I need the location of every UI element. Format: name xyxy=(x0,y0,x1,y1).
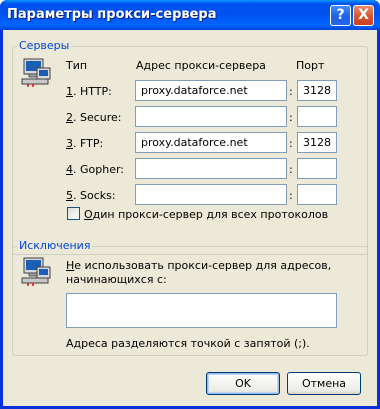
same-proxy-checkbox[interactable] xyxy=(67,207,80,220)
ftp-address-input[interactable]: proxy.dataforce.net xyxy=(135,132,287,153)
secure-port-input[interactable] xyxy=(297,106,337,127)
ftp-label: 3. FTP: xyxy=(66,137,104,150)
proxy-computer-icon xyxy=(21,58,51,87)
ftp-port-input[interactable]: 3128 xyxy=(297,132,337,153)
column-header-address: Адрес прокси-сервера xyxy=(136,59,266,72)
close-button[interactable]: X xyxy=(353,5,374,26)
exceptions-description-line1: Не использовать прокси-сервер для адресо… xyxy=(66,259,332,272)
exceptions-textarea[interactable] xyxy=(66,293,337,328)
gopher-colon: : xyxy=(289,163,293,176)
socks-label: 5. Socks: xyxy=(66,189,116,202)
http-colon: : xyxy=(289,85,293,98)
title-bar[interactable]: Параметры прокси-сервера ? X xyxy=(0,0,380,30)
exceptions-hint: Адреса разделяются точкой с запятой (;). xyxy=(66,337,310,350)
ok-button[interactable]: OK xyxy=(206,372,280,395)
help-button[interactable]: ? xyxy=(330,5,351,26)
gopher-label: 4. Gopher: xyxy=(66,163,125,176)
exceptions-computer-icon xyxy=(21,257,51,286)
secure-colon: : xyxy=(289,111,293,124)
ftp-colon: : xyxy=(289,137,293,150)
same-proxy-label[interactable]: Один прокси-сервер для всех протоколов xyxy=(84,208,328,221)
http-address-input[interactable]: proxy.dataforce.net xyxy=(135,80,287,101)
gopher-port-input[interactable] xyxy=(297,158,337,179)
socks-address-input[interactable] xyxy=(135,184,287,205)
column-header-type: Тип xyxy=(66,59,88,72)
secure-label: 2. Secure: xyxy=(66,111,122,124)
gopher-address-input[interactable] xyxy=(135,158,287,179)
exceptions-description-line2: начинающихся с: xyxy=(66,273,167,286)
window-title: Параметры прокси-сервера xyxy=(7,7,217,22)
dialog-client-area: Серверы Тип Адрес прокси-сервера Порт 1.… xyxy=(3,30,377,406)
servers-legend: Серверы xyxy=(17,39,72,52)
http-port-input[interactable]: 3128 xyxy=(297,80,337,101)
secure-address-input[interactable] xyxy=(135,106,287,127)
exceptions-legend: Исключения xyxy=(17,239,93,252)
socks-port-input[interactable] xyxy=(297,184,337,205)
http-label: 1. HTTP: xyxy=(66,85,112,98)
socks-colon: : xyxy=(289,189,293,202)
column-header-port: Порт xyxy=(296,59,325,72)
cancel-button[interactable]: Отмена xyxy=(287,372,361,395)
dialog-window: Параметры прокси-сервера ? X Серверы Тип… xyxy=(0,0,380,409)
